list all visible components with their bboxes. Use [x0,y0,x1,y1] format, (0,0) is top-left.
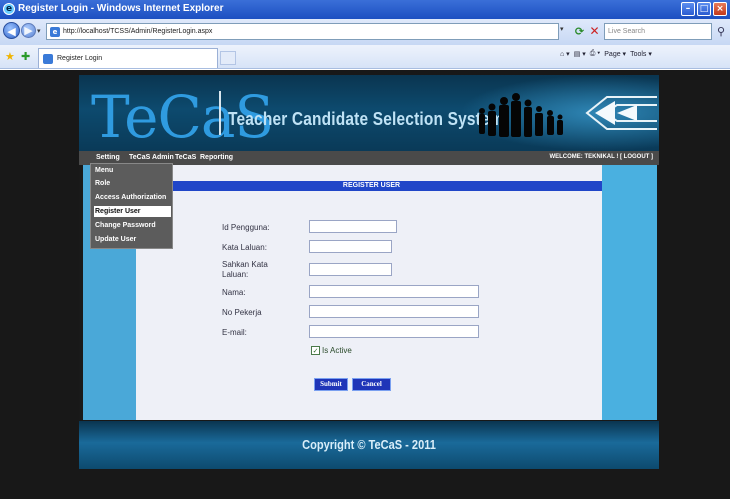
window-title: Register Login - Windows Internet Explor… [18,3,224,14]
no-pekerja-input[interactable] [309,305,479,318]
sahkan-kata-laluan-input[interactable] [309,263,392,276]
logo-divider [219,91,221,135]
feeds-icon[interactable]: ▤ ▾ [574,50,586,58]
dropdown-item-update-user[interactable]: Update User [94,234,171,245]
url-text: http://localhost/TCSS/Admin/RegisterLogi… [63,28,213,35]
people-graphic-icon [479,93,563,137]
refresh-button[interactable]: ⟳ [572,24,587,39]
tab-label: Register Login [57,55,103,62]
right-column [602,165,657,420]
dropdown-item-register-user[interactable]: Register User [94,206,171,217]
nama-input[interactable] [309,285,479,298]
dropdown-item-menu[interactable]: Menu [94,165,171,176]
email-label: E-mail: [222,328,247,337]
tools-menu[interactable]: Tools ▾ [630,50,652,58]
is-active-label: Is Active [322,346,352,355]
setting-dropdown-menu: Menu Role Access Authorization Register … [90,163,173,249]
url-dropdown-icon[interactable]: ▾ [560,25,564,33]
menu-setting[interactable]: Setting [96,154,120,161]
page-menu[interactable]: Page ▾ [604,50,626,58]
minimize-button[interactable]: – [681,2,695,16]
cancel-button[interactable]: Cancel [352,378,391,391]
add-favorites-icon[interactable]: ✚ [21,50,30,63]
sahkan-kata-laluan-label: Sahkan Kata Laluan: [222,260,268,279]
dropdown-item-access-authorization[interactable]: Access Authorization [94,192,171,203]
welcome-logout-link[interactable]: WELCOME: TEKNIKAL ! [ LOGOUT ] [549,154,653,160]
tab-bar: ★ ✚ Register Login ⌂ ▾ ▤ ▾ ⎙ ▾ Page ▾ To… [0,45,730,69]
is-active-checkbox[interactable]: ✓ [311,346,320,355]
tab-register-login[interactable]: Register Login [38,48,218,68]
home-icon[interactable]: ⌂ ▾ [560,50,570,58]
tab-page-icon [43,54,53,64]
print-icon[interactable]: ⎙ ▾ [590,50,601,58]
submit-button[interactable]: Submit [314,378,348,391]
back-button[interactable]: ◀ [3,22,20,39]
id-pengguna-label: Id Pengguna: [222,223,270,232]
copyright-text: Copyright © TeCaS - 2011 [302,437,436,452]
dropdown-item-role[interactable]: Role [94,178,171,189]
panel-title: REGISTER USER [141,181,602,191]
kata-laluan-label: Kata Laluan: [222,243,267,252]
new-tab-button[interactable] [220,51,236,65]
page-icon: e [50,27,60,37]
arrows-graphic-icon [585,96,657,130]
maximize-button[interactable]: □ [697,2,711,16]
menu-tecas[interactable]: TeCaS [175,154,196,161]
nama-label: Nama: [222,288,246,297]
site-container: TeCaS Teacher Candidate Selection System [79,75,659,469]
site-footer: Copyright © TeCaS - 2011 [79,421,659,469]
stop-button[interactable]: ✕ [587,24,602,39]
search-input[interactable]: Live Search [604,23,712,40]
search-icon[interactable]: ⚲ [714,24,728,39]
close-window-button[interactable]: × [713,2,727,16]
window-titlebar: e Register Login - Windows Internet Expl… [0,0,730,19]
recent-pages-dropdown-icon[interactable]: ▾ [37,27,41,35]
ie-logo-icon: e [3,3,15,15]
command-bar: ⌂ ▾ ▤ ▾ ⎙ ▾ Page ▾ Tools ▾ [560,50,652,58]
no-pekerja-label: No Pekerja [222,308,262,317]
url-input[interactable]: e http://localhost/TCSS/Admin/RegisterLo… [46,23,559,40]
menu-reporting[interactable]: Reporting [200,154,233,161]
email-input[interactable] [309,325,479,338]
id-pengguna-input[interactable] [309,220,397,233]
kata-laluan-input[interactable] [309,240,392,253]
forward-button[interactable]: ▶ [21,23,36,38]
menu-tecas-admin[interactable]: TeCaS Admin [129,154,174,161]
dropdown-item-change-password[interactable]: Change Password [94,220,171,231]
site-banner: TeCaS Teacher Candidate Selection System [79,75,659,151]
favorites-star-icon[interactable]: ★ [5,50,15,63]
system-name: Teacher Candidate Selection System [228,109,504,129]
register-user-panel: REGISTER USER Id Pengguna: Kata Laluan: … [136,165,602,420]
browser-viewport: TeCaS Teacher Candidate Selection System [0,70,730,499]
address-bar: ◀ ▶ ▾ e http://localhost/TCSS/Admin/Regi… [0,19,730,45]
